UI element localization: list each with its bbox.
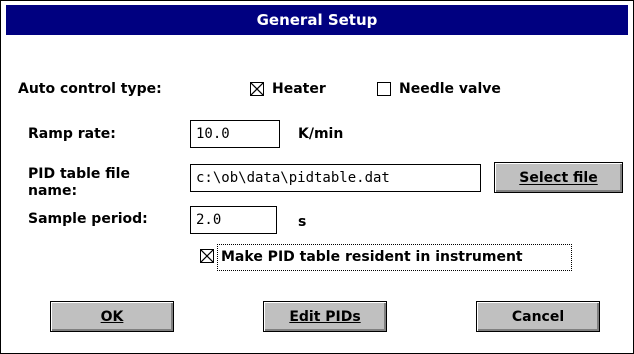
resident-checkbox[interactable] <box>200 249 214 263</box>
edit-pids-label: Edit PIDs <box>289 308 361 325</box>
pid-file-label-line1: PID table file <box>28 166 130 182</box>
needle-valve-label[interactable]: Needle valve <box>399 81 501 97</box>
needle-valve-checkbox[interactable] <box>377 82 391 96</box>
cancel-button[interactable]: Cancel <box>476 301 600 332</box>
ok-button[interactable]: OK <box>50 301 174 332</box>
cancel-label: Cancel <box>511 308 565 325</box>
ramp-rate-label: Ramp rate: <box>28 126 116 142</box>
check-x-icon <box>201 250 213 262</box>
ok-label: OK <box>100 308 124 325</box>
dialog-body: Auto control type: Heater Needle valve R… <box>6 36 628 348</box>
heater-checkbox[interactable] <box>250 82 264 96</box>
title-bar[interactable]: General Setup <box>6 5 628 35</box>
heater-label[interactable]: Heater <box>272 81 326 97</box>
resident-label[interactable]: Make PID table resident in instrument <box>221 249 523 265</box>
ramp-rate-unit: K/min <box>298 126 344 142</box>
select-file-label: Select file <box>519 169 598 186</box>
select-file-button[interactable]: Select file <box>494 162 623 193</box>
sample-period-input[interactable]: 2.0 <box>190 206 277 234</box>
auto-control-label: Auto control type: <box>18 81 162 97</box>
edit-pids-button[interactable]: Edit PIDs <box>263 301 387 332</box>
pid-file-label-line2: name: <box>28 183 78 199</box>
sample-period-label: Sample period: <box>28 211 148 227</box>
window-title: General Setup <box>256 11 378 29</box>
sample-period-unit: s <box>298 214 307 230</box>
check-x-icon <box>251 83 263 95</box>
dialog-window: General Setup Auto control type: Heater … <box>0 0 634 354</box>
ramp-rate-input[interactable]: 10.0 <box>190 120 280 148</box>
pid-file-input[interactable]: c:\ob\data\pidtable.dat <box>190 164 481 192</box>
